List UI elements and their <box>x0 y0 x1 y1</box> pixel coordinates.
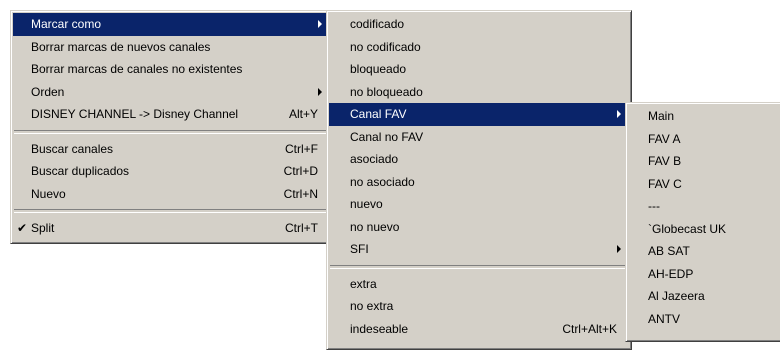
menu-item-label: Split <box>31 221 55 235</box>
menu-item-label: asociado <box>350 152 399 166</box>
menu-item-fav-ah-edp[interactable]: AH-EDP <box>628 263 780 286</box>
menu-separator <box>14 129 329 134</box>
menu-item-label: no codificado <box>350 39 421 54</box>
menu-item-no-bloqueado[interactable]: no bloqueado <box>329 81 629 104</box>
menu-item-no-nuevo[interactable]: no nuevo <box>329 216 629 239</box>
menu-item-asociado[interactable]: asociado <box>329 148 629 171</box>
menu-item-indeseable[interactable]: indeseable Ctrl+Alt+K <box>329 318 629 341</box>
menu-item-label: Al Jazeera <box>648 289 705 303</box>
menu-item-rename-disney[interactable]: DISNEY CHANNEL -> Disney Channel Alt+Y <box>13 103 330 126</box>
menu-item-label: Marcar como <box>31 17 102 31</box>
menu-item-fav-b[interactable]: FAV B <box>628 150 780 173</box>
menu-item-label: FAV A <box>648 131 681 146</box>
menu-item-label: Main <box>648 109 675 123</box>
menu-item-borrar-marcas-no-existentes[interactable]: Borrar marcas de canales no existentes <box>13 58 330 81</box>
menu-item-fav-al-jazeera[interactable]: Al Jazeera <box>628 285 780 308</box>
submenu-marcar-como: codificado no codificado bloqueado no bl… <box>326 10 632 350</box>
menu-item-label: nuevo <box>350 197 383 211</box>
menu-item-shortcut: Ctrl+Alt+K <box>562 321 617 336</box>
menu-item-orden[interactable]: Orden <box>13 81 330 104</box>
menu-item-label: FAV B <box>648 154 682 168</box>
menu-item-label: Nuevo <box>31 186 66 201</box>
menu-item-bloqueado[interactable]: bloqueado <box>329 58 629 81</box>
menu-item-shortcut: Alt+Y <box>288 107 318 121</box>
menu-item-label: AH-EDP <box>648 266 694 281</box>
menu-item-nuevo[interactable]: Nuevo Ctrl+N <box>13 183 330 206</box>
menu-separator <box>330 264 628 269</box>
menu-item-label: FAV C <box>648 176 682 191</box>
submenu-arrow-icon <box>617 110 621 119</box>
menu-item-buscar-canales[interactable]: Buscar canales Ctrl+F <box>13 138 330 161</box>
menu-item-label: indeseable <box>350 321 409 336</box>
menu-item-label: `Globecast UK <box>648 221 727 236</box>
menu-item-marcar-como[interactable]: Marcar como <box>13 13 330 36</box>
menu-item-label: Orden <box>31 84 65 99</box>
menu-item-no-codificado[interactable]: no codificado <box>329 36 629 59</box>
menu-item-label: bloqueado <box>350 62 407 76</box>
submenu-arrow-icon <box>318 87 322 96</box>
submenu-canal-fav: Main FAV A FAV B FAV C --- `Globecast UK… <box>625 102 780 342</box>
submenu-arrow-icon <box>318 20 322 29</box>
menu-item-label: AB SAT <box>648 244 690 258</box>
menu-item-label: no bloqueado <box>350 84 423 99</box>
menu-item-canal-fav[interactable]: Canal FAV <box>329 103 629 126</box>
menu-item-sfi[interactable]: SFI <box>329 238 629 261</box>
checkmark-icon: ✔ <box>17 221 28 235</box>
menu-item-borrar-marcas-nuevos[interactable]: Borrar marcas de nuevos canales <box>13 36 330 59</box>
menu-item-label: no extra <box>350 299 394 313</box>
menu-item-no-asociado[interactable]: no asociado <box>329 171 629 194</box>
menu-item-fav-antv[interactable]: ANTV <box>628 308 780 331</box>
menu-item-label: Canal no FAV <box>350 129 424 144</box>
menu-item-shortcut: Ctrl+D <box>283 164 318 178</box>
menu-item-label: Buscar duplicados <box>31 164 130 178</box>
menu-item-label: SFI <box>350 242 369 256</box>
menu-item-label: no asociado <box>350 174 415 189</box>
menu-item-label: DISNEY CHANNEL -> Disney Channel <box>31 107 239 121</box>
menu-item-label: extra <box>350 276 377 291</box>
menu-item-label: no nuevo <box>350 219 400 234</box>
menu-separator <box>14 209 329 213</box>
menu-item-shortcut: Ctrl+F <box>285 141 318 156</box>
menu-item-nuevo-mark[interactable]: nuevo <box>329 193 629 216</box>
menu-item-fav-globecast-uk[interactable]: `Globecast UK <box>628 218 780 241</box>
menu-item-fav-a[interactable]: FAV A <box>628 128 780 151</box>
menu-item-label: Borrar marcas de canales no existentes <box>31 62 243 76</box>
menu-item-extra[interactable]: extra <box>329 273 629 296</box>
menu-item-no-extra[interactable]: no extra <box>329 295 629 318</box>
menu-item-codificado[interactable]: codificado <box>329 13 629 36</box>
menu-item-label: codificado <box>350 17 405 31</box>
menu-item-fav-ab-sat[interactable]: AB SAT <box>628 240 780 263</box>
submenu-arrow-icon <box>617 245 621 254</box>
menu-item-shortcut: Ctrl+N <box>283 186 318 201</box>
menu-item-shortcut: Ctrl+T <box>285 221 318 235</box>
menu-item-fav-c[interactable]: FAV C <box>628 173 780 196</box>
menu-item-label: Buscar canales <box>31 141 114 156</box>
menu-item-fav-main[interactable]: Main <box>628 105 780 128</box>
context-menu-main: Marcar como Borrar marcas de nuevos cana… <box>10 10 333 244</box>
menu-item-label: Canal FAV <box>350 107 407 121</box>
menu-item-fav-none[interactable]: --- <box>628 195 780 218</box>
menu-item-canal-no-fav[interactable]: Canal no FAV <box>329 126 629 149</box>
menu-item-label: --- <box>648 199 660 213</box>
menu-item-label: Borrar marcas de nuevos canales <box>31 39 211 54</box>
menu-item-label: ANTV <box>648 311 681 326</box>
menu-item-buscar-duplicados[interactable]: Buscar duplicados Ctrl+D <box>13 160 330 183</box>
menu-item-split[interactable]: ✔ Split Ctrl+T <box>13 217 330 240</box>
